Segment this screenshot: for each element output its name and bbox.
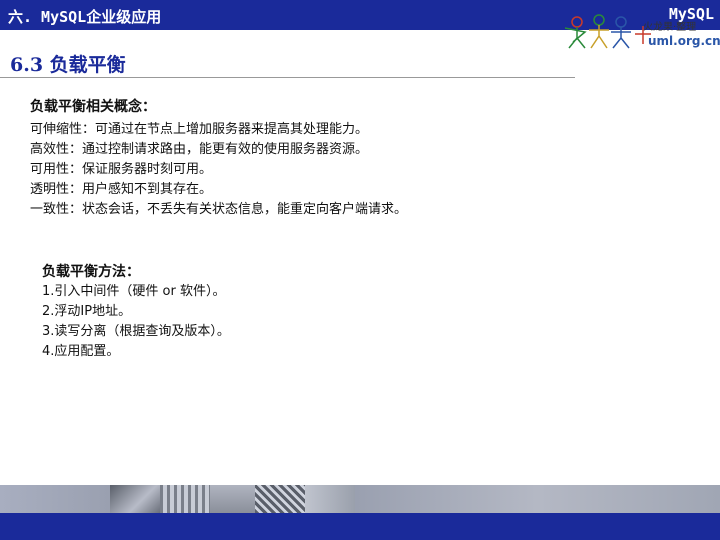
list-item: 透明性：用户感知不到其存在。 xyxy=(30,182,213,197)
footer-bar xyxy=(0,513,720,540)
methods-heading: 负载平衡方法： xyxy=(42,264,140,280)
footer-tile xyxy=(0,485,110,513)
footer-tile xyxy=(110,485,160,513)
list-item: 4.应用配置。 xyxy=(42,344,120,359)
section-title: 6.3 负载平衡 xyxy=(10,54,126,76)
footer-tile xyxy=(355,485,720,513)
list-item: 1.引入中间件（硬件 or 软件）。 xyxy=(42,284,226,299)
footer-tile xyxy=(160,485,210,513)
title-divider xyxy=(0,77,575,78)
list-item: 3.读写分离（根据查询及版本）。 xyxy=(42,324,230,339)
footer-tile xyxy=(210,485,255,513)
footer-tile xyxy=(305,485,355,513)
list-item: 可伸缩性：可通过在节点上增加服务器来提高其处理能力。 xyxy=(30,122,369,137)
concepts-list: 可伸缩性：可通过在节点上增加服务器来提高其处理能力。 高效性：通过控制请求路由，… xyxy=(30,120,407,220)
list-item: 2.浮动IP地址。 xyxy=(42,304,132,319)
list-item: 一致性：状态会话，不丢失有关状态信息，能重定向客户端请求。 xyxy=(30,202,408,217)
credit-text: 火龙果·整理 xyxy=(643,22,697,33)
concepts-heading: 负载平衡相关概念： xyxy=(30,99,156,115)
methods-list: 1.引入中间件（硬件 or 软件）。 2.浮动IP地址。 3.读写分离（根据查询… xyxy=(42,282,230,362)
chapter-title: 六. MySQL企业级应用 xyxy=(8,8,162,26)
list-item: 高效性：通过控制请求路由，能更有效的使用服务器资源。 xyxy=(30,142,369,157)
logo-url-text: uml.org.cn xyxy=(648,34,720,48)
footer-image-strip xyxy=(0,485,720,513)
list-item: 可用性：保证服务器时刻可用。 xyxy=(30,162,213,177)
footer-tile xyxy=(255,485,305,513)
